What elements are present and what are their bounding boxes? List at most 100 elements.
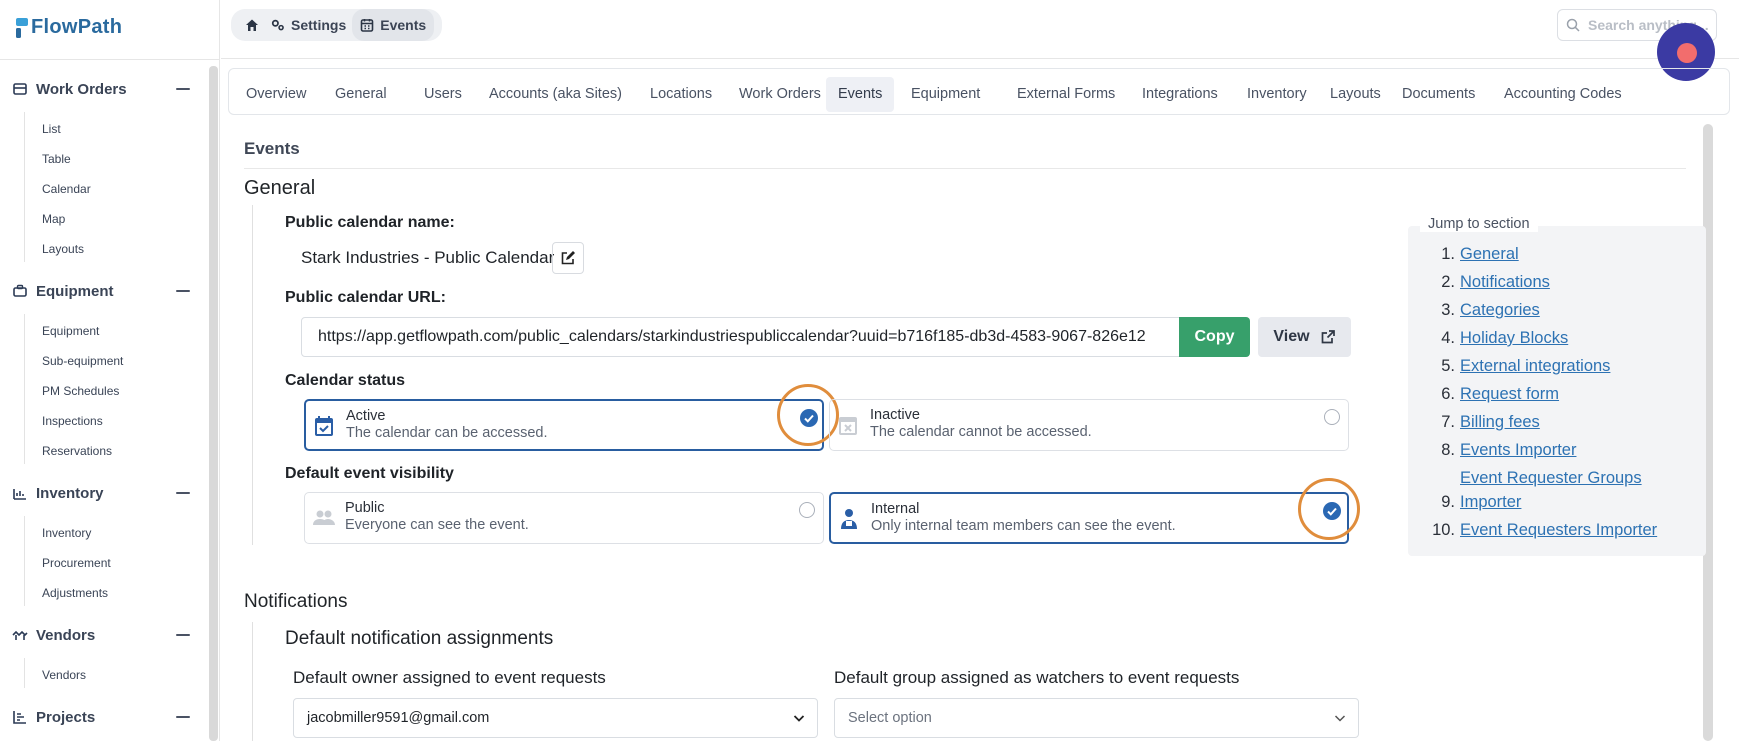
status-option-active[interactable]: Active The calendar can be accessed. xyxy=(304,399,824,451)
sidebar-item-procurement[interactable]: Procurement xyxy=(42,556,111,570)
breadcrumb-events[interactable]: Events xyxy=(352,9,435,41)
section-label: Equipment xyxy=(36,282,114,300)
sidebar-item-reservations[interactable]: Reservations xyxy=(42,444,112,458)
item-link[interactable]: Importer xyxy=(1460,493,1521,511)
item-number: 2. xyxy=(1441,273,1455,291)
divider xyxy=(24,314,25,464)
owner-select[interactable]: jacobmiller9591@gmail.com xyxy=(293,698,818,738)
item-number: 7. xyxy=(1441,413,1455,431)
item-link[interactable]: Notifications xyxy=(1460,273,1550,291)
item-link[interactable]: Holiday Blocks xyxy=(1460,329,1568,347)
radio-icon[interactable] xyxy=(1324,409,1340,425)
sidebar-item-map[interactable]: Map xyxy=(42,212,65,226)
sidebar-section-work-orders[interactable]: Work Orders xyxy=(12,78,196,100)
divider xyxy=(252,205,253,545)
option-title: Active xyxy=(346,408,386,424)
sidebar-item-table[interactable]: Table xyxy=(42,152,71,166)
vendors-icon xyxy=(12,627,28,643)
tab-integrations[interactable]: Integrations xyxy=(1130,77,1230,112)
item-number: 5. xyxy=(1441,357,1455,375)
tab-layouts[interactable]: Layouts xyxy=(1318,77,1393,112)
item-link[interactable]: Events Importer xyxy=(1460,441,1576,459)
projects-icon xyxy=(12,709,28,725)
sidebar-item-sub-equipment[interactable]: Sub-equipment xyxy=(42,354,123,368)
logo[interactable]: FlowPath xyxy=(16,16,122,39)
item-link[interactable]: Request form xyxy=(1460,385,1559,403)
jump-link-general[interactable]: 1. General xyxy=(1428,245,1519,264)
collapse-icon[interactable] xyxy=(176,290,190,292)
app-name: FlowPath xyxy=(31,16,123,38)
item-number: 3. xyxy=(1441,301,1455,319)
jump-link-notifications[interactable]: 2. Notifications xyxy=(1428,273,1550,292)
tab-locations[interactable]: Locations xyxy=(638,77,724,112)
breadcrumb: Settings Events xyxy=(231,9,443,41)
tab-external-forms[interactable]: External Forms xyxy=(1005,77,1127,112)
status-option-inactive[interactable]: Inactive The calendar cannot be accessed… xyxy=(829,399,1349,451)
item-link[interactable]: Event Requester Groups xyxy=(1460,469,1642,487)
visibility-option-internal[interactable]: Internal Only internal team members can … xyxy=(829,492,1349,544)
jump-link-request-form[interactable]: 6. Request form xyxy=(1428,385,1559,404)
watchers-select[interactable]: Select option xyxy=(834,698,1359,738)
breadcrumb-home[interactable] xyxy=(239,18,265,32)
jump-link-event-requester-groups[interactable]: Event Requester Groups xyxy=(1428,469,1642,488)
view-button[interactable]: View xyxy=(1258,317,1351,357)
item-link[interactable]: External integrations xyxy=(1460,357,1610,375)
tab-general[interactable]: General xyxy=(323,77,399,112)
collapse-icon[interactable] xyxy=(176,716,190,718)
item-link[interactable]: Categories xyxy=(1460,301,1540,319)
item-link[interactable]: Event Requesters Importer xyxy=(1460,521,1657,539)
visibility-option-public[interactable]: Public Everyone can see the event. xyxy=(304,492,824,544)
tab-events[interactable]: Events xyxy=(826,77,895,112)
sidebar-section-projects[interactable]: Projects xyxy=(12,706,196,728)
tab-accounts[interactable]: Accounts (aka Sites) xyxy=(477,77,634,112)
item-link[interactable]: General xyxy=(1460,245,1519,263)
sidebar-item-inspections[interactable]: Inspections xyxy=(42,414,103,428)
tab-work-orders[interactable]: Work Orders xyxy=(727,77,833,112)
jump-link-holiday-blocks[interactable]: 4. Holiday Blocks xyxy=(1428,329,1568,348)
copy-button[interactable]: Copy xyxy=(1179,317,1250,357)
tab-documents[interactable]: Documents xyxy=(1390,77,1487,112)
edit-icon xyxy=(560,250,576,266)
item-link[interactable]: Billing fees xyxy=(1460,413,1540,431)
jump-link-importer[interactable]: 9. Importer xyxy=(1428,493,1521,512)
sidebar-scrollbar[interactable] xyxy=(209,66,218,741)
jump-link-events-importer[interactable]: 8. Events Importer xyxy=(1428,441,1576,460)
jump-link-event-requesters-importer[interactable]: 10. Event Requesters Importer xyxy=(1428,521,1657,540)
sidebar-section-inventory[interactable]: Inventory xyxy=(12,482,196,504)
jump-link-external-integrations[interactable]: 5. External integrations xyxy=(1428,357,1610,376)
default-visibility-label: Default event visibility xyxy=(285,465,454,482)
sidebar-item-layouts[interactable]: Layouts xyxy=(42,242,84,256)
breadcrumb-settings[interactable]: Settings xyxy=(265,17,352,33)
edit-name-button[interactable] xyxy=(552,242,584,274)
sidebar-item-adjustments[interactable]: Adjustments xyxy=(42,586,108,600)
breadcrumb-label: Settings xyxy=(291,17,347,33)
sidebar-item-calendar[interactable]: Calendar xyxy=(42,182,91,196)
work-orders-icon xyxy=(12,81,28,97)
tab-inventory[interactable]: Inventory xyxy=(1235,77,1319,112)
tab-accounting-codes[interactable]: Accounting Codes xyxy=(1492,77,1634,112)
tab-equipment[interactable]: Equipment xyxy=(899,77,992,112)
collapse-icon[interactable] xyxy=(176,634,190,636)
jump-link-categories[interactable]: 3. Categories xyxy=(1428,301,1540,320)
jump-link-billing-fees[interactable]: 7. Billing fees xyxy=(1428,413,1540,432)
sidebar-item-equipment[interactable]: Equipment xyxy=(42,324,99,338)
sidebar-item-inventory[interactable]: Inventory xyxy=(42,526,91,540)
page-title: Events xyxy=(244,139,300,158)
sidebar-section-equipment[interactable]: Equipment xyxy=(12,280,196,302)
internal-user-icon xyxy=(839,508,859,530)
collapse-icon[interactable] xyxy=(176,492,190,494)
tab-users[interactable]: Users xyxy=(412,77,474,112)
inventory-icon xyxy=(12,485,28,501)
collapse-icon[interactable] xyxy=(176,88,190,90)
watchers-label: Default group assigned as watchers to ev… xyxy=(834,668,1240,687)
sidebar-item-vendors[interactable]: Vendors xyxy=(42,668,86,682)
option-title: Inactive xyxy=(870,407,920,423)
public-url-field[interactable]: https://app.getflowpath.com/public_calen… xyxy=(301,317,1181,357)
sidebar-item-list[interactable]: List xyxy=(42,122,61,136)
item-number: 8. xyxy=(1441,441,1455,459)
sidebar-item-pm-schedules[interactable]: PM Schedules xyxy=(42,384,119,398)
radio-icon[interactable] xyxy=(799,502,815,518)
tab-overview[interactable]: Overview xyxy=(234,77,318,112)
top-bar: Settings Events xyxy=(221,0,1739,59)
sidebar-section-vendors[interactable]: Vendors xyxy=(12,624,196,646)
